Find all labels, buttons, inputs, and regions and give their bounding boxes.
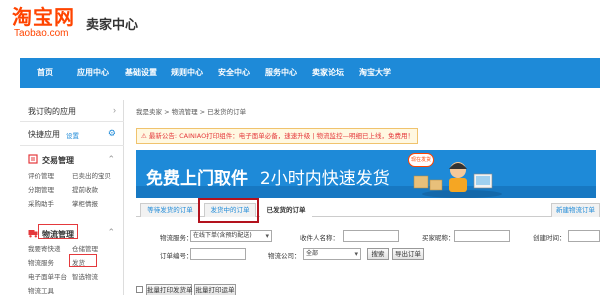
banner-bubble: 现在发货: [408, 153, 434, 167]
new-logistics-order-tab[interactable]: 新建物流订单: [551, 203, 600, 217]
banner-text-light: 2小时内快速发货: [259, 169, 390, 189]
gear-icon[interactable]: ⚙: [108, 128, 116, 139]
sidebar-link-e-waybill[interactable]: 电子面单平台: [28, 271, 67, 281]
sidebar-my-apps[interactable]: 我订购的应用 ›: [20, 100, 124, 122]
buyer-nickname-label: 买家昵称：: [422, 234, 455, 242]
sidebar-link-ship[interactable]: 发货: [72, 257, 85, 267]
sidebar-link-installment[interactable]: 分期管理: [28, 184, 54, 194]
quick-apps-label: 快捷应用: [28, 130, 60, 139]
select-all-checkbox[interactable]: [136, 286, 143, 293]
my-apps-label: 我订购的应用: [28, 107, 76, 116]
tab-awaiting-shipment[interactable]: 等待发货的订单: [140, 203, 200, 217]
top-header: 淘宝网 Taobao.com 卖家中心: [0, 0, 600, 58]
sidebar-link-early-payment[interactable]: 提前收款: [72, 184, 98, 194]
nav-security-center[interactable]: 安全中心: [218, 58, 250, 88]
search-button[interactable]: 搜索: [367, 248, 389, 260]
created-time-label: 创建时间：: [533, 234, 566, 242]
sidebar-link-shopkeeper-intel[interactable]: 掌柜情报: [72, 198, 98, 208]
announcement-text: 最新公告: CAINIAO打印组件：电子面单必备，速速升级 | 物流监控—明细已…: [148, 132, 415, 140]
nav-home[interactable]: 首页: [37, 58, 53, 88]
sidebar-link-logistics-service[interactable]: 物流服务: [28, 257, 54, 267]
buyer-nickname-input[interactable]: [454, 230, 510, 242]
logistics-company-label: 物流公司：: [268, 252, 301, 260]
truck-icon: [28, 230, 38, 238]
tab-shipped[interactable]: 已发货的订单: [260, 203, 312, 217]
promo-banner[interactable]: 免费上门取件 2小时内快速发货 现在发货: [136, 150, 596, 198]
sidebar-link-sold-items[interactable]: 已卖出的宝贝: [72, 170, 111, 180]
chevron-up-icon[interactable]: ⌃: [107, 154, 115, 165]
sidebar: 我订购的应用 › 快捷应用 设置 ⚙ 交易管理 ⌃ 评价管理 已卖出的宝贝 分期…: [20, 100, 124, 295]
logo-chinese: 淘宝网: [12, 5, 75, 29]
breadcrumb: 我是卖家 > 物流管理 > 已发货的订单: [136, 108, 247, 116]
sidebar-link-warehouse[interactable]: 仓储管理: [72, 243, 98, 253]
warning-icon: ⚠: [141, 132, 147, 140]
banner-headline: 免费上门取件 2小时内快速发货: [146, 164, 390, 189]
sidebar-link-review[interactable]: 评价管理: [28, 170, 54, 180]
page-title: 卖家中心: [86, 18, 139, 33]
chevron-up-icon[interactable]: ⌃: [107, 227, 115, 238]
settings-link[interactable]: 设置: [66, 130, 79, 140]
chevron-right-icon: ›: [113, 105, 116, 115]
sidebar-quick-apps: 快捷应用 设置 ⚙: [20, 122, 124, 146]
batch-print-delivery-button[interactable]: 批量打印发货单: [146, 284, 193, 295]
nav-basic-settings[interactable]: 基础设置: [125, 58, 157, 88]
order-number-input[interactable]: [190, 248, 246, 260]
shipping-tab-highlight-box: [198, 198, 259, 223]
created-time-input[interactable]: [568, 230, 600, 242]
nav-rules-center[interactable]: 规则中心: [171, 58, 203, 88]
logo-english: Taobao.com: [14, 28, 69, 39]
logistics-management-title[interactable]: 物流管理: [42, 229, 74, 240]
sidebar-link-smart-logistics[interactable]: 智选物流: [72, 271, 98, 281]
announcement-bar[interactable]: ⚠ 最新公告: CAINIAO打印组件：电子面单必备，速速升级 | 物流监控—明细…: [136, 128, 418, 144]
logistics-company-value: 全部: [306, 250, 319, 257]
nav-seller-forum[interactable]: 卖家论坛: [312, 58, 344, 88]
trade-icon: [28, 154, 38, 164]
nav-service-center[interactable]: 服务中心: [265, 58, 297, 88]
logistics-company-select[interactable]: 全部: [303, 248, 361, 260]
sidebar-link-purchase-assistant[interactable]: 采购助手: [28, 198, 54, 208]
logistics-service-label: 物流服务：: [160, 234, 193, 242]
receiver-name-input[interactable]: [343, 230, 399, 242]
sidebar-link-send-express[interactable]: 我要寄快递: [28, 243, 61, 253]
logistics-service-select[interactable]: 在线下单(含预约配送): [190, 230, 272, 242]
order-number-label: 订单编号：: [160, 252, 193, 260]
nav-taobao-university[interactable]: 淘宝大学: [359, 58, 391, 88]
nav-app-center[interactable]: 应用中心: [77, 58, 109, 88]
logistics-service-value: 在线下单(含预约配送): [193, 232, 252, 239]
receiver-name-label: 收件人名称：: [300, 234, 339, 242]
main-nav: 首页 应用中心 基础设置 规则中心 安全中心 服务中心 卖家论坛 淘宝大学: [20, 58, 600, 88]
batch-print-waybill-button[interactable]: 批量打印运单: [194, 284, 236, 295]
banner-text-bold: 免费上门取件: [146, 169, 248, 189]
export-orders-button[interactable]: 导出订单: [392, 248, 424, 260]
taobao-logo[interactable]: 淘宝网 Taobao.com: [12, 6, 75, 39]
sidebar-link-logistics-tools[interactable]: 物流工具: [28, 285, 54, 295]
trade-management-title[interactable]: 交易管理: [42, 155, 74, 166]
